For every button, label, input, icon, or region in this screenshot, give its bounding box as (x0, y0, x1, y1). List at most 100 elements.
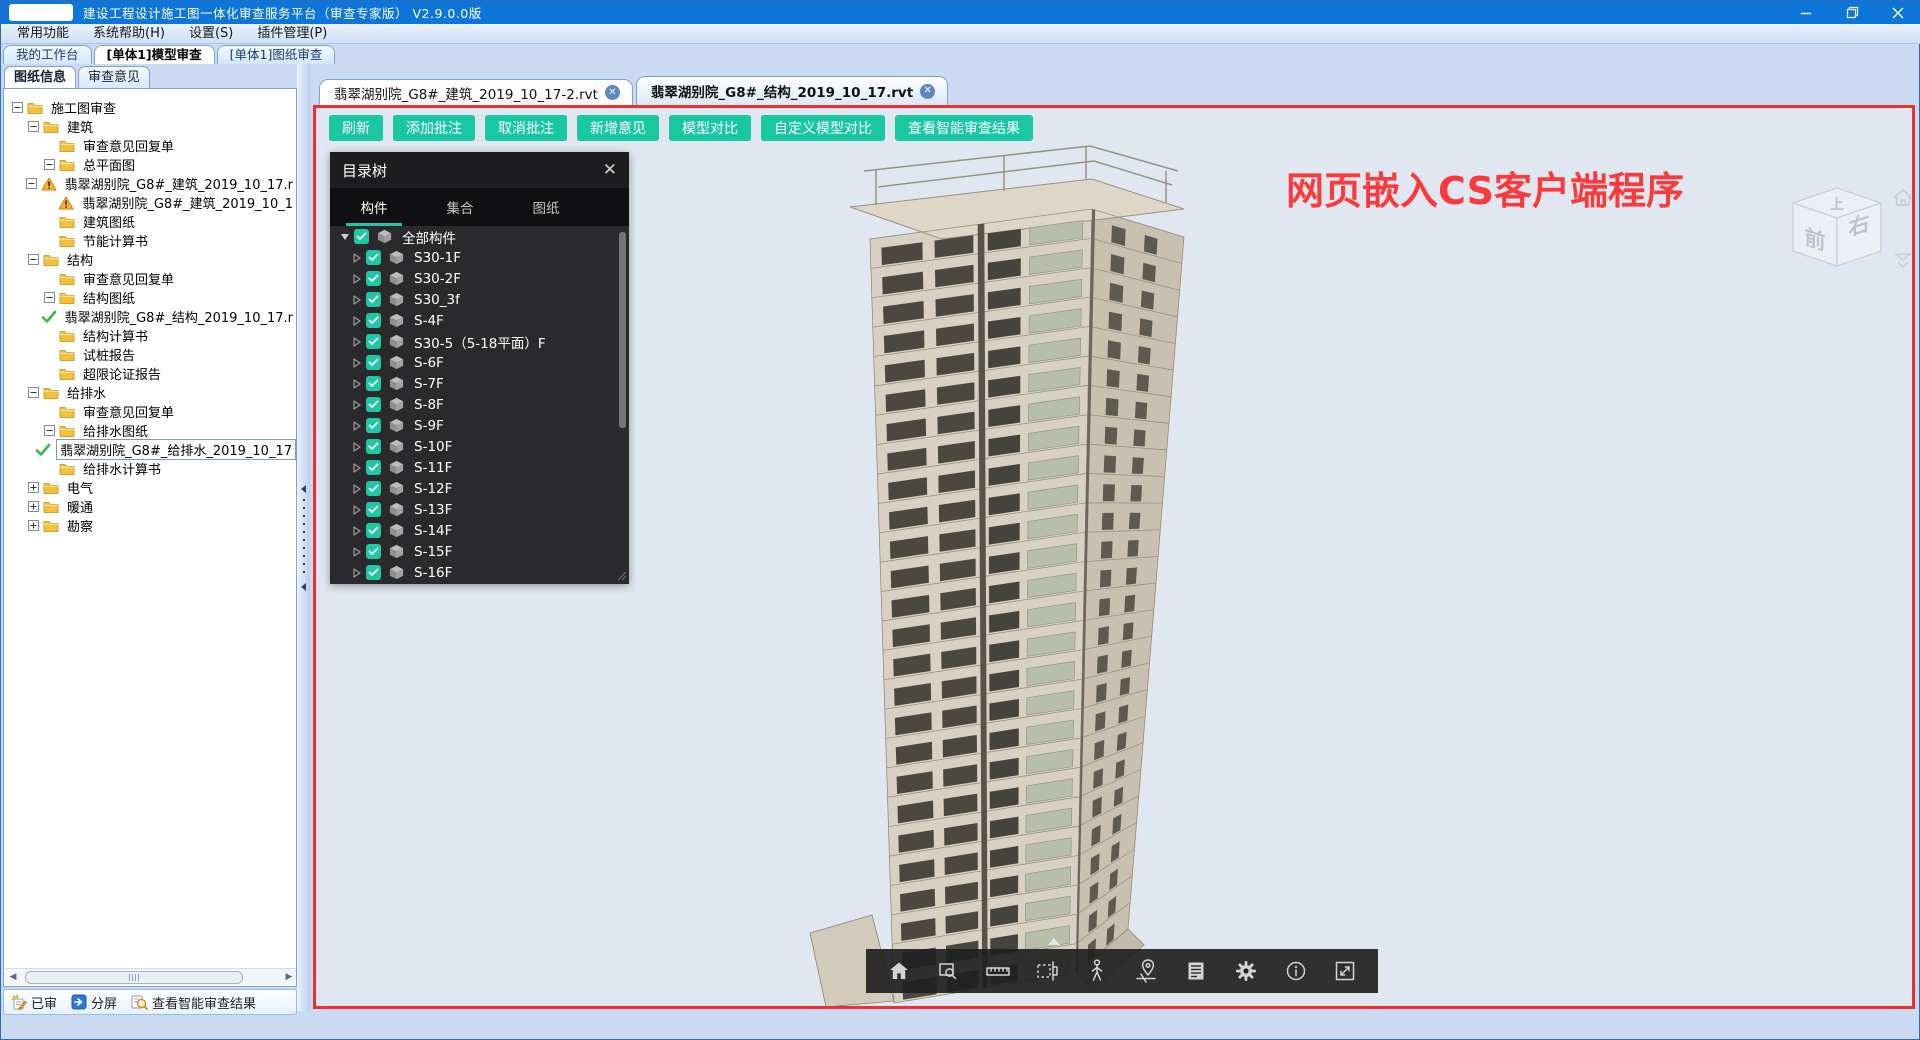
expand-arrow-icon[interactable] (350, 547, 364, 557)
expand-arrow-icon[interactable] (350, 463, 364, 473)
catalog-item[interactable]: S-13F (330, 499, 629, 520)
checkbox-checked-icon[interactable] (366, 460, 381, 475)
section-box-icon[interactable] (1033, 956, 1063, 986)
checkbox-checked-icon[interactable] (354, 229, 369, 244)
catalog-item[interactable]: S-6F (330, 352, 629, 373)
viewer-button-3[interactable]: 新增意见 (577, 115, 659, 141)
tree-item[interactable]: 暖通 (8, 497, 296, 516)
expand-icon[interactable] (28, 520, 39, 531)
settings-gear-icon[interactable] (1231, 956, 1261, 986)
checkbox-checked-icon[interactable] (366, 334, 381, 349)
scroll-right-icon[interactable]: ▶ (281, 970, 297, 985)
expand-icon[interactable] (28, 501, 39, 512)
viewer-button-2[interactable]: 取消批注 (485, 115, 567, 141)
expand-icon[interactable] (28, 482, 39, 493)
expand-arrow-icon[interactable] (350, 568, 364, 578)
measure-icon[interactable] (983, 956, 1013, 986)
checkbox-checked-icon[interactable] (366, 565, 381, 580)
workspace-tab-2[interactable]: [单体1]图纸审查 (217, 45, 336, 64)
tree-item[interactable]: 审查意见回复单 (8, 136, 296, 155)
resize-grip-icon[interactable] (615, 569, 627, 581)
tree-item[interactable]: 翡翠湖别院_G8#_结构_2019_10_17.r (8, 307, 296, 326)
toolbar-expand-icon[interactable] (1048, 938, 1060, 945)
status-smart-review[interactable]: 查看智能审查结果 (131, 993, 256, 1012)
checkbox-checked-icon[interactable] (366, 250, 381, 265)
catalog-item[interactable]: S-9F (330, 415, 629, 436)
checkbox-checked-icon[interactable] (366, 502, 381, 517)
catalog-tab-0[interactable]: 构件 (342, 188, 406, 226)
tree-item[interactable]: 建筑图纸 (8, 212, 296, 231)
expand-arrow-icon[interactable] (350, 316, 364, 326)
catalog-tab-2[interactable]: 图纸 (514, 188, 578, 226)
panel-splitter[interactable] (297, 64, 310, 1011)
status-split-screen[interactable]: 分屏 (71, 993, 117, 1012)
tree-item[interactable]: 给排水计算书 (8, 459, 296, 478)
info-icon[interactable] (1281, 956, 1311, 986)
navigation-cube[interactable]: 上 前 右 (1772, 152, 1918, 272)
catalog-item[interactable]: S-8F (330, 394, 629, 415)
checkbox-checked-icon[interactable] (366, 376, 381, 391)
expand-arrow-icon[interactable] (350, 484, 364, 494)
collapse-icon[interactable] (28, 387, 39, 398)
catalog-item[interactable]: S30_3f (330, 289, 629, 310)
catalog-root-item[interactable]: 全部构件 (330, 226, 629, 247)
expand-arrow-icon[interactable] (350, 274, 364, 284)
catalog-item[interactable]: S-12F (330, 478, 629, 499)
collapse-icon[interactable] (26, 178, 37, 189)
tree-item[interactable]: 勘察 (8, 516, 296, 535)
collapse-icon[interactable] (12, 102, 23, 113)
collapse-icon[interactable] (44, 292, 55, 303)
document-tab-1[interactable]: 翡翠湖别院_G8#_结构_2019_10_17.rvt✕ (636, 76, 948, 105)
collapse-arrow-icon[interactable] (338, 232, 352, 241)
catalog-item[interactable]: S30-5（5-18平面）F (330, 331, 629, 352)
tree-item[interactable]: 给排水 (8, 383, 296, 402)
tree-item[interactable]: 总平面图 (8, 155, 296, 174)
tree-item[interactable]: 结构图纸 (8, 288, 296, 307)
checkbox-checked-icon[interactable] (366, 313, 381, 328)
tree-item[interactable]: 翡翠湖别院_G8#_给排水_2019_10_17 (8, 440, 296, 459)
menu-item-1[interactable]: 系统帮助(H) (81, 24, 177, 44)
expand-arrow-icon[interactable] (350, 505, 364, 515)
location-pin-icon[interactable] (1132, 956, 1162, 986)
checkbox-checked-icon[interactable] (366, 355, 381, 370)
checkbox-checked-icon[interactable] (366, 481, 381, 496)
tree-item[interactable]: 试桩报告 (8, 345, 296, 364)
status-audited-stamp[interactable]: 已审 (10, 993, 57, 1012)
tree-item[interactable]: 给排水图纸 (8, 421, 296, 440)
checkbox-checked-icon[interactable] (366, 523, 381, 538)
tree-item[interactable]: 施工图审查 (8, 98, 296, 117)
viewer-button-6[interactable]: 查看智能审查结果 (895, 115, 1033, 141)
viewer-button-0[interactable]: 刷新 (329, 115, 383, 141)
minimize-icon[interactable] (1783, 1, 1829, 24)
tab-close-icon[interactable]: ✕ (605, 85, 620, 100)
catalog-tab-1[interactable]: 集合 (428, 188, 492, 226)
left-tab-1[interactable]: 审查意见 (78, 66, 150, 88)
catalog-item[interactable]: S-16F (330, 562, 629, 583)
expand-arrow-icon[interactable] (350, 253, 364, 263)
scroll-left-icon[interactable]: ◀ (5, 970, 21, 985)
catalog-scrollbar-thumb[interactable] (619, 232, 626, 428)
properties-icon[interactable] (1181, 956, 1211, 986)
expand-arrow-icon[interactable] (350, 379, 364, 389)
expand-arrow-icon[interactable] (350, 358, 364, 368)
expand-arrow-icon[interactable] (350, 400, 364, 410)
viewer-button-4[interactable]: 模型对比 (669, 115, 751, 141)
catalog-item[interactable]: S-15F (330, 541, 629, 562)
close-icon[interactable]: ✕ (603, 160, 617, 180)
catalog-item[interactable]: S-10F (330, 436, 629, 457)
expand-arrow-icon[interactable] (350, 421, 364, 431)
tree-item[interactable]: 超限论证报告 (8, 364, 296, 383)
menu-item-0[interactable]: 常用功能 (5, 24, 81, 44)
catalog-item[interactable]: S-14F (330, 520, 629, 541)
viewer-button-5[interactable]: 自定义模型对比 (761, 115, 885, 141)
scrollbar-thumb[interactable] (25, 971, 243, 984)
catalog-item[interactable]: S-4F (330, 310, 629, 331)
menu-item-2[interactable]: 设置(S) (177, 24, 245, 44)
collapse-icon[interactable] (44, 425, 55, 436)
restore-icon[interactable] (1829, 1, 1875, 24)
tree-item[interactable]: 建筑 (8, 117, 296, 136)
menu-item-3[interactable]: 插件管理(P) (245, 24, 339, 44)
tree-item[interactable]: 节能计算书 (8, 231, 296, 250)
collapse-icon[interactable] (28, 121, 39, 132)
close-icon[interactable] (1875, 1, 1920, 24)
